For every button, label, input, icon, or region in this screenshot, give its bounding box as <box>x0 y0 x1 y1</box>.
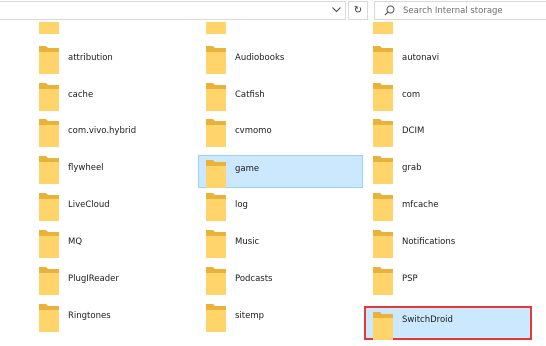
folder-name: Podcasts <box>235 274 273 284</box>
folder-item-podcasts[interactable]: Podcasts <box>205 261 363 297</box>
folder-name: Notifications <box>402 237 456 247</box>
folder-name: com <box>402 90 421 100</box>
folder-item-audiobooks[interactable]: Audiobooks <box>205 40 363 76</box>
folder-name: com.vivo.hybrid <box>68 126 137 136</box>
folder-icon <box>206 267 226 295</box>
folder-icon <box>373 83 393 111</box>
folder-icon <box>39 193 59 221</box>
folder-icon <box>39 304 59 332</box>
folder-item-psp[interactable]: PSP <box>372 261 532 297</box>
folder-name: MQ <box>68 237 83 247</box>
folder-icon <box>206 160 226 188</box>
folder-icon <box>373 312 393 340</box>
folder-item-grab[interactable]: grab <box>372 150 532 186</box>
folder-icon <box>373 193 393 221</box>
folder-name: game <box>235 164 260 174</box>
folder-icon <box>206 230 226 258</box>
folder-name: SwitchDroid <box>402 315 453 325</box>
folder-name: grab <box>402 163 422 173</box>
folder-item-music[interactable]: Music <box>205 224 363 260</box>
folder-icon <box>373 156 393 184</box>
folder-item-mfcache[interactable]: mfcache <box>372 187 532 223</box>
folder-icon <box>39 83 59 111</box>
folder-name: PSP <box>402 274 418 284</box>
folder-item-flywheel[interactable]: flywheel <box>38 150 188 186</box>
folder-item-cvmomo[interactable]: cvmomo <box>205 113 363 149</box>
folder-name: cache <box>68 90 94 100</box>
folder-name: attribution <box>68 53 113 63</box>
folder-item-cache[interactable]: cache <box>38 77 188 113</box>
folder-item-ringtones[interactable]: Ringtones <box>38 298 188 334</box>
folder-item-game[interactable]: game <box>198 155 363 188</box>
folder-name: Catfish <box>235 90 265 100</box>
folder-icon <box>39 156 59 184</box>
folder-item-notifications[interactable]: Notifications <box>372 224 532 260</box>
folder-name: flywheel <box>68 163 104 173</box>
address-bar[interactable] <box>0 1 346 20</box>
folder-name: sitemp <box>235 311 265 321</box>
folder-name: Ringtones <box>68 311 111 321</box>
folder-item-dcim[interactable]: DCIM <box>372 113 532 149</box>
search-icon <box>383 5 395 17</box>
folder-name: Audiobooks <box>235 53 285 63</box>
chevron-down-icon[interactable] <box>330 4 342 16</box>
folder-icon <box>373 119 393 147</box>
search-box[interactable]: Search Internal storage <box>374 1 546 20</box>
folder-icon <box>206 119 226 147</box>
folder-item-com-vivo-hybrid[interactable]: com.vivo.hybrid <box>38 113 188 149</box>
refresh-icon: ↻ <box>353 5 363 16</box>
folder-icon <box>373 230 393 258</box>
refresh-button[interactable]: ↻ <box>348 1 368 20</box>
folder-icon <box>206 83 226 111</box>
folder-icon <box>206 304 226 332</box>
folder-item-com[interactable]: com <box>372 77 532 113</box>
folder-item-mq[interactable]: MQ <box>38 224 188 260</box>
folder-icon <box>39 230 59 258</box>
folder-icon <box>206 46 226 74</box>
folder-item-plugireader[interactable]: PlugIReader <box>38 261 188 297</box>
folder-item-livecloud[interactable]: LiveCloud <box>38 187 188 223</box>
folder-icon <box>39 119 59 147</box>
folder-icon <box>206 193 226 221</box>
folder-item-sitemp[interactable]: sitemp <box>205 298 363 334</box>
folder-icon <box>39 267 59 295</box>
folder-name: PlugIReader <box>68 274 119 284</box>
folder-name: DCIM <box>402 126 425 136</box>
folder-name: mfcache <box>402 200 439 210</box>
folder-name: LiveCloud <box>68 200 110 210</box>
folder-item-attribution[interactable]: attribution <box>38 40 188 76</box>
folder-icon <box>373 267 393 295</box>
folder-item-switchdroid[interactable]: SwitchDroid <box>364 306 532 340</box>
toolbar: ↻ Search Internal storage <box>0 0 546 22</box>
folder-icon <box>373 46 393 74</box>
folder-icon <box>39 46 59 74</box>
file-grid: attribution cache com.vivo.hybrid flywhe… <box>0 0 546 346</box>
folder-name: log <box>235 200 248 210</box>
folder-name: cvmomo <box>235 126 272 136</box>
folder-item-catfish[interactable]: Catfish <box>205 77 363 113</box>
folder-item-autonavi[interactable]: autonavi <box>372 40 532 76</box>
folder-item-log[interactable]: log <box>205 187 363 223</box>
folder-name: autonavi <box>402 53 440 63</box>
search-input[interactable]: Search Internal storage <box>403 6 503 16</box>
folder-name: Music <box>235 237 260 247</box>
